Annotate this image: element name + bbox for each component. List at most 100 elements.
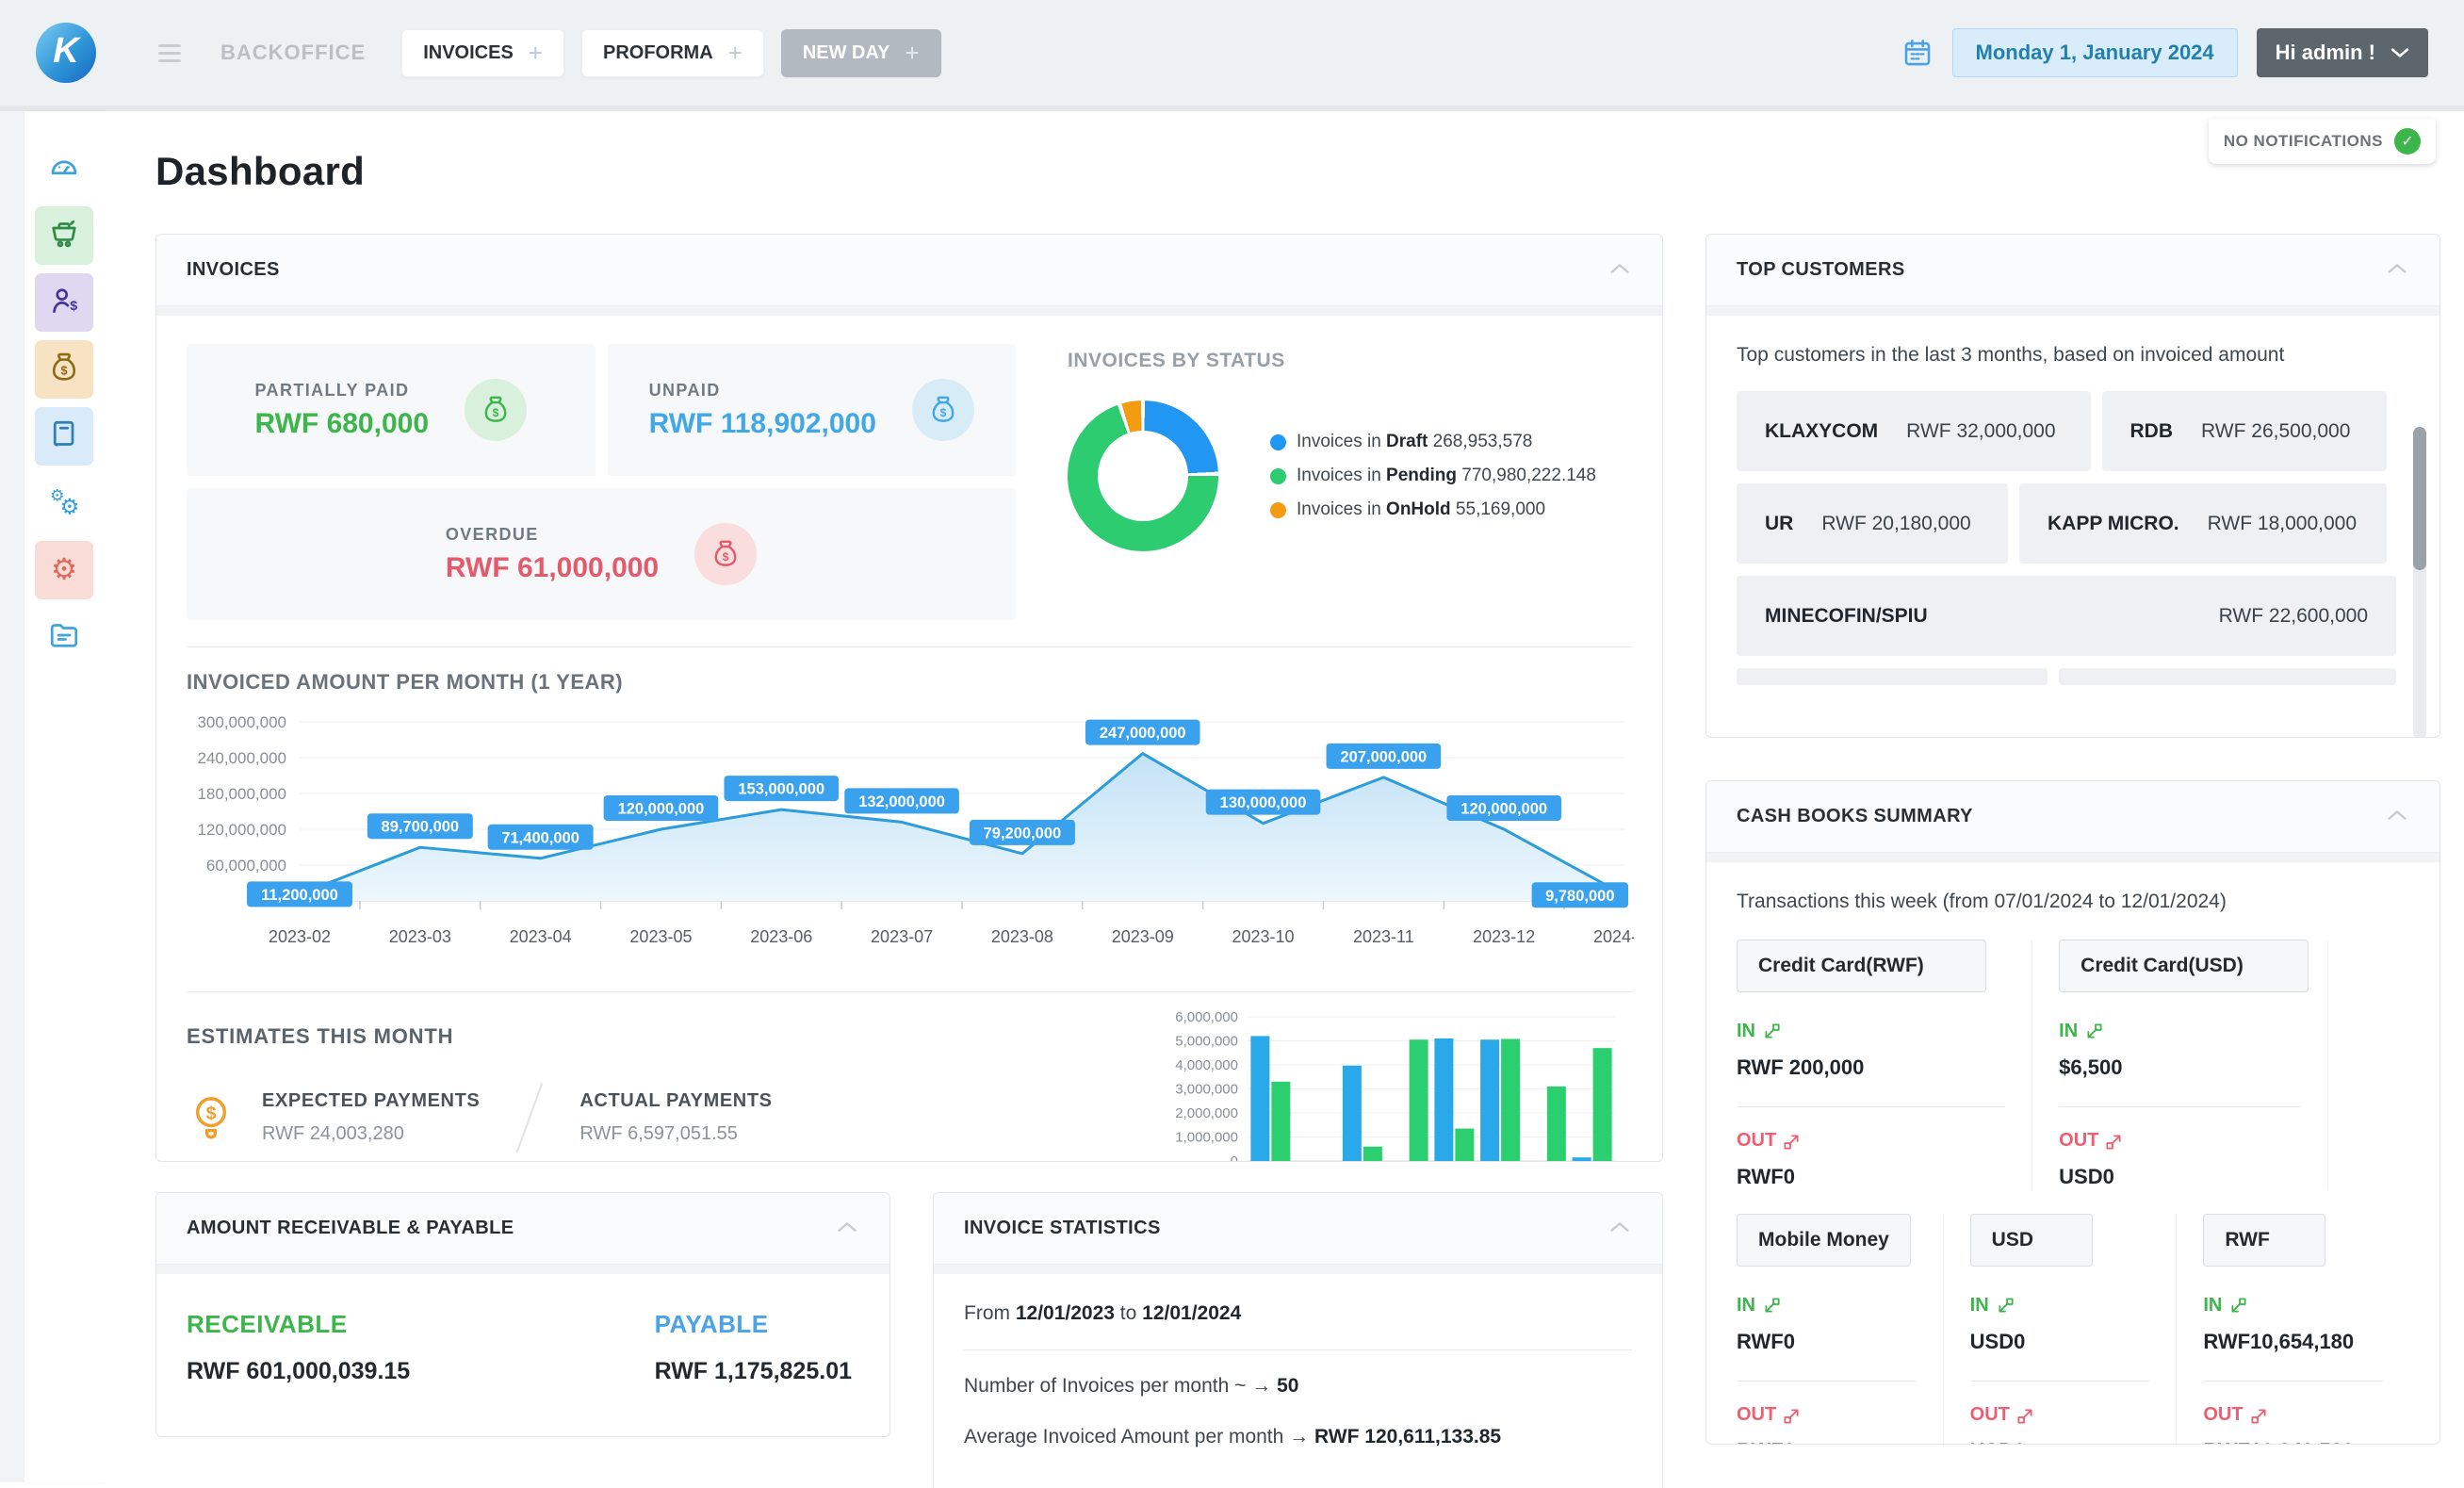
actual-payments: ACTUAL PAYMENTS RWF 6,597,051.55 [579, 1090, 772, 1145]
cash-out-amount: USD0 [2059, 1165, 2327, 1189]
money-bag-icon: $ [465, 379, 527, 441]
customer-amount: RWF 20,180,000 [1821, 513, 1970, 535]
svg-text:300,000,000: 300,000,000 [197, 713, 286, 731]
brand-label: BACKOFFICE [220, 41, 366, 65]
sidebar-item-gear[interactable]: ⚙ [35, 541, 93, 599]
invoices-panel-title: INVOICES [187, 259, 280, 281]
ledger-book-icon [47, 417, 81, 456]
money-bag-icon: $ [694, 523, 757, 585]
folder-documents-icon [47, 618, 81, 657]
cash-book-name: Mobile Money [1737, 1214, 1911, 1267]
svg-text:2023-07: 2023-07 [871, 927, 933, 946]
card-text: PARTIALLY PAIDRWF 680,000 [254, 381, 429, 440]
customer-name: KAPP MICRO. [2048, 513, 2179, 535]
legend-item-draft: Invoices in Draft 268,953,578 [1270, 432, 1596, 452]
calendar-icon[interactable] [1901, 37, 1934, 69]
in-arrow-icon [2085, 1023, 2102, 1040]
cash-out-label: OUT [1737, 1404, 1943, 1426]
menu-icon[interactable] [158, 44, 181, 62]
cash-out-block: OUTUSD0 [2059, 1130, 2327, 1189]
invoices-panel: INVOICES PARTIALLY PAIDRWF 680,000$UNPAI… [155, 234, 1663, 1162]
donut-legend: Invoices in Draft 268,953,578 Invoices in… [1270, 432, 1596, 520]
svg-text:⚙: ⚙ [51, 552, 77, 585]
plus-icon: + [728, 44, 742, 61]
app-logo[interactable]: K [36, 23, 96, 83]
cash-out-block: OUTUSD0 [1970, 1404, 2177, 1445]
scrollbar-thumb[interactable] [2413, 427, 2426, 570]
tab-new-day[interactable]: NEW DAY+ [781, 29, 941, 77]
svg-text:$: $ [60, 363, 67, 377]
collapse-icon[interactable] [2385, 809, 2409, 825]
date-display[interactable]: Monday 1, January 2024 [1952, 28, 2238, 77]
cash-out-amount: RWF0 [1737, 1439, 1943, 1445]
svg-text:2023-04: 2023-04 [510, 927, 572, 946]
customer-row: KLAXYCOMRWF 32,000,000RDBRWF 26,500,000 [1737, 391, 2396, 471]
sidebar-item-money-bag[interactable]: $ [35, 340, 93, 399]
sidebar-item-ledger-book[interactable] [35, 407, 93, 466]
tab-proforma[interactable]: PROFORMA+ [581, 29, 764, 77]
sidebar-item-folder-documents[interactable] [35, 608, 93, 666]
customer-chip-minecofin-spiu[interactable]: MINECOFIN/SPIURWF 22,600,000 [1737, 576, 2396, 656]
divider [1737, 1106, 2005, 1107]
card-amount: RWF 61,000,000 [446, 552, 659, 584]
divider [1970, 1381, 2150, 1382]
app-root: K BACKOFFICE INVOICES+PROFORMA+NEW DAY+ … [0, 0, 2464, 1482]
cash-out-block: OUTRWF10,349,580 [2203, 1404, 2409, 1445]
collapse-icon[interactable] [1607, 1221, 1632, 1236]
monthly-chart-title: INVOICED AMOUNT PER MONTH (1 YEAR) [187, 670, 1632, 695]
scrollbar-track[interactable] [2413, 427, 2426, 738]
svg-text:5,000,000: 5,000,000 [1175, 1034, 1238, 1050]
customer-amount: RWF 26,500,000 [2201, 420, 2350, 443]
cash-book-mobile-money: Mobile MoneyINRWF0OUTRWF0 [1737, 1214, 1944, 1445]
sidebar: $$⚙⚙⚙ [24, 111, 104, 1482]
gear-icon: ⚙ [47, 551, 81, 590]
svg-text:6,000,000: 6,000,000 [1175, 1009, 1238, 1025]
svg-text:2023-06: 2023-06 [750, 927, 812, 946]
sidebar-item-gears[interactable]: ⚙⚙ [35, 474, 93, 532]
invoice-statistics-header: INVOICE STATISTICS [934, 1193, 1662, 1265]
customer-name: UR [1765, 513, 1793, 535]
customer-chip-rdb[interactable]: RDBRWF 26,500,000 [2102, 391, 2387, 471]
invoice-statistics-panel: INVOICE STATISTICS From 12/01/2023 [933, 1192, 1663, 1488]
sidebar-item-shopping-cart[interactable] [35, 206, 93, 265]
collapse-icon[interactable] [2385, 263, 2409, 278]
customer-amount: RWF 22,600,000 [2219, 605, 2368, 628]
notifications-badge[interactable]: NO NOTIFICATIONS ✓ [2209, 119, 2436, 164]
main-row: $$⚙⚙⚙ NO NOTIFICATIONS ✓ Dashboard INVOI… [0, 111, 2464, 1482]
user-menu-button[interactable]: Hi admin ! [2257, 28, 2428, 77]
cash-in-label: IN [2059, 1021, 2327, 1042]
customer-chip-ur[interactable]: UR RWF 20,180,000 [1737, 483, 2008, 564]
in-arrow-icon [1997, 1298, 2014, 1315]
check-icon: ✓ [2394, 128, 2421, 155]
svg-text:132,000,000: 132,000,000 [858, 793, 945, 810]
collapse-icon[interactable] [835, 1221, 859, 1236]
collapse-icon[interactable] [1607, 263, 1632, 278]
customer-chip-kapp-micro-[interactable]: KAPP MICRO.RWF 18,000,000 [2019, 483, 2387, 564]
legend-item-onhold: Invoices in OnHold 55,169,000 [1270, 499, 1596, 520]
money-bag-icon: $ [927, 394, 959, 426]
payable-block: PAYABLE RWF 1,175,825.01 [655, 1310, 852, 1385]
invoice-card-unpaid: UNPAIDRWF 118,902,000$ [608, 344, 1017, 476]
tab-invoices[interactable]: INVOICES+ [401, 29, 564, 77]
svg-text:2023-09: 2023-09 [1112, 927, 1174, 946]
cash-out-label: OUT [1970, 1404, 2177, 1426]
svg-text:2023-10: 2023-10 [1232, 927, 1295, 946]
cash-in-label: IN [1970, 1295, 2177, 1316]
legend-text: Invoices in Draft 268,953,578 [1297, 432, 1532, 452]
customer-chip-klaxycom[interactable]: KLAXYCOMRWF 32,000,000 [1737, 391, 2091, 471]
sidebar-item-dashboard-gauge[interactable] [35, 139, 93, 198]
receivable-payable-header: AMOUNT RECEIVABLE & PAYABLE [156, 1193, 889, 1265]
svg-text:$: $ [70, 298, 77, 313]
sidebar-item-customer-dollar[interactable]: $ [35, 273, 93, 332]
cash-in-amount: RWF0 [1737, 1330, 1943, 1354]
stats-invoices-per-month: Number of Invoices per month ~ → 50 [964, 1375, 1632, 1398]
cash-book-name: USD [1970, 1214, 2093, 1267]
svg-text:0: 0 [1231, 1153, 1238, 1162]
customer-row-partial [1737, 668, 2396, 685]
content-area: NO NOTIFICATIONS ✓ Dashboard INVOICES [104, 111, 2464, 1482]
cash-books-row-2: Mobile MoneyINRWF0OUTRWF0USDINUSD0OUTUSD… [1737, 1214, 2409, 1445]
in-arrow-icon [1763, 1298, 1780, 1315]
svg-text:2023-02: 2023-02 [269, 927, 331, 946]
card-amount: RWF 118,902,000 [649, 408, 876, 440]
left-gutter [0, 111, 24, 1482]
